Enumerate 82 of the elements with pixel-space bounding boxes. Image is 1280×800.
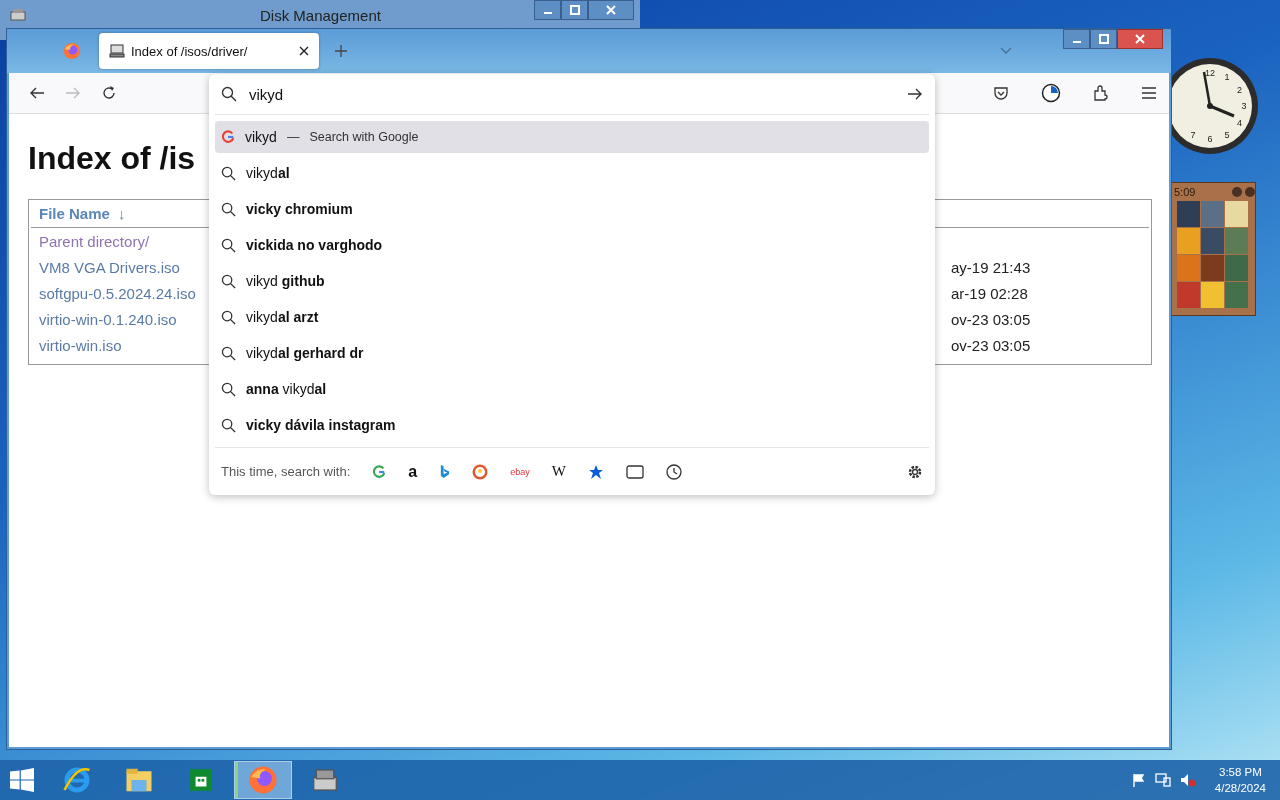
computer-icon — [109, 43, 125, 59]
star-icon[interactable] — [587, 463, 604, 480]
clock-icon[interactable] — [665, 463, 682, 480]
close-button[interactable] — [588, 0, 634, 20]
clock-numeral: 12 — [1205, 68, 1215, 78]
table-cell-text: ay-19 21:43 — [951, 258, 1032, 276]
clock-numeral: 6 — [1207, 134, 1213, 144]
google-icon — [221, 130, 235, 144]
minimize-icon — [1072, 41, 1081, 43]
arrow-right-icon[interactable] — [907, 86, 923, 102]
footer-label: This time, search with: — [221, 464, 351, 479]
settings-icon[interactable] — [907, 463, 923, 480]
tab-icon[interactable] — [625, 464, 644, 479]
speaker-muted-icon[interactable] — [1179, 773, 1196, 787]
bing-icon[interactable] — [439, 464, 451, 479]
minimize-icon — [543, 12, 552, 14]
clock-numeral: 1 — [1224, 72, 1230, 83]
suggestion-item[interactable]: vikydal arzt — [215, 301, 929, 333]
firefox-icon — [248, 765, 278, 795]
clock-time: 3:58 PM — [1219, 765, 1262, 780]
maximize-button[interactable] — [1090, 29, 1117, 49]
search-icon — [221, 86, 237, 102]
search-icon — [221, 381, 236, 397]
search-icon — [221, 237, 236, 253]
minimize-button[interactable] — [1063, 29, 1090, 49]
google-icon[interactable] — [372, 464, 387, 479]
close-icon[interactable] — [299, 46, 309, 56]
disk-drive-icon — [10, 7, 26, 23]
close-icon — [606, 5, 616, 15]
shopping-bag-icon — [188, 767, 214, 793]
search-icon — [221, 345, 236, 361]
search-icon — [221, 273, 236, 289]
column-header[interactable]: File Name ↓ — [39, 205, 126, 222]
suggestion-item[interactable]: vikyd — Search with Google — [215, 121, 929, 153]
close-icon — [1135, 34, 1145, 44]
clock-numeral: 5 — [1224, 129, 1230, 140]
timer-icon[interactable] — [1041, 83, 1061, 103]
suggestion-item[interactable]: vikyd github — [215, 265, 929, 297]
back-arrow-icon[interactable] — [29, 85, 45, 101]
suggestion-item[interactable]: vicky chromium — [215, 193, 929, 225]
windows-logo-icon — [10, 768, 34, 792]
table-cell-text: ov-23 03:05 — [951, 336, 1032, 354]
firefox-taskbar-button[interactable] — [234, 761, 292, 799]
wikipedia-icon[interactable]: W — [551, 463, 566, 480]
browser-tab[interactable]: Index of /isos/driver/ — [99, 33, 319, 69]
window-title: Disk Management — [260, 7, 381, 24]
menu-icon[interactable] — [1141, 85, 1157, 101]
pocket-icon[interactable] — [993, 85, 1009, 101]
puzzle-piece-icon[interactable] — [1093, 85, 1109, 101]
amazon-icon[interactable]: a — [408, 462, 418, 481]
flag-icon[interactable] — [1131, 773, 1146, 787]
search-icon — [221, 417, 236, 433]
firefox-icon[interactable] — [63, 42, 81, 60]
maximize-icon — [569, 5, 580, 15]
maximize-button[interactable] — [561, 0, 588, 20]
clock-numeral: 3 — [1241, 101, 1247, 111]
search-icon — [221, 309, 236, 325]
puzzle-timer: 5:09 — [1174, 186, 1196, 198]
ebay-icon[interactable]: ebay — [510, 466, 530, 477]
suggestion-item[interactable]: vicky dávila instagram — [215, 409, 929, 441]
suggestion-item[interactable]: vickida no varghodo — [215, 229, 929, 261]
clock-date: 4/28/2024 — [1214, 781, 1266, 796]
network-icon[interactable] — [1154, 773, 1171, 787]
minimize-button[interactable] — [534, 0, 561, 20]
suggestion-item[interactable]: vikydal — [215, 157, 929, 189]
clock-numeral: 2 — [1236, 84, 1242, 95]
search-icon — [221, 201, 236, 217]
e-logo-icon — [62, 765, 92, 795]
maximize-icon — [1098, 34, 1109, 44]
plus-icon[interactable] — [335, 45, 347, 57]
reload-icon[interactable] — [101, 85, 117, 101]
tab-title: Index of /isos/driver/ — [131, 43, 249, 59]
table-cell-text: ar-19 02:28 — [951, 284, 1029, 302]
taskbar-clock[interactable]: 3:58 PM 4/28/2024 — [1214, 764, 1266, 796]
page-heading: Index of /is — [28, 140, 196, 177]
search-icon — [221, 165, 236, 181]
clock-numeral: 4 — [1236, 117, 1242, 128]
clock-numeral: 7 — [1190, 129, 1196, 140]
suggestion-item[interactable]: anna vikydal — [215, 373, 929, 405]
table-cell-text: ov-23 03:05 — [951, 310, 1032, 328]
suggestion-item[interactable]: vikydal gerhard dr — [215, 337, 929, 369]
close-button[interactable] — [1117, 29, 1163, 49]
